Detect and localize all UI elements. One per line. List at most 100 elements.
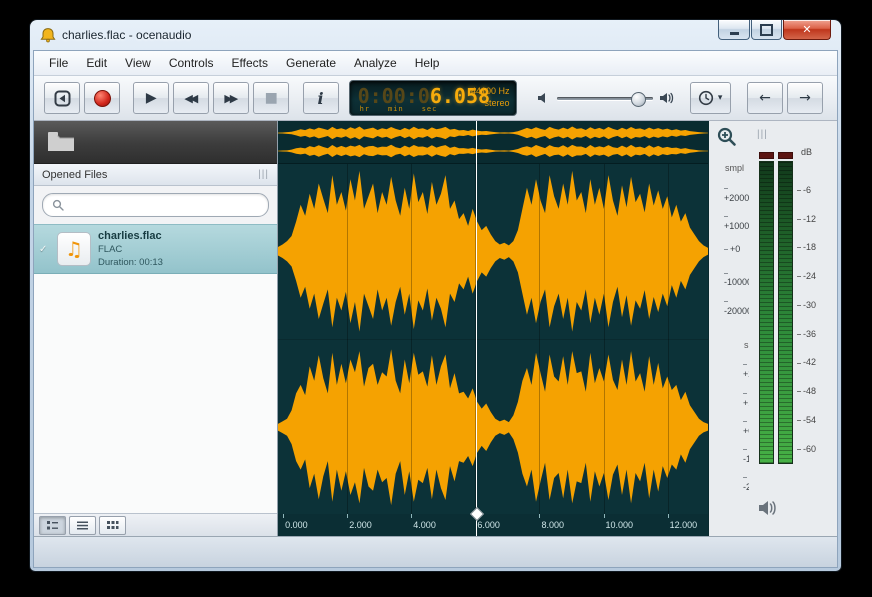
volume-slider[interactable] — [557, 92, 653, 105]
db-scale: -6-12-18-24-30-36-42-48-54-60 — [797, 161, 837, 464]
meter-bar-left — [759, 161, 774, 464]
db-tick-label: -42 — [797, 357, 816, 367]
fast-forward-button[interactable]: ▶▶ — [213, 82, 249, 114]
level-meters: ||| dB -6-12-18-24-30-36-42-48-54-60 — [749, 121, 837, 536]
samplerate-label: 44100 Hz — [471, 85, 510, 97]
view-list-button[interactable] — [69, 516, 96, 535]
sidebar: Opened Files ||| ✓♫charlies.flacFLACDura… — [34, 121, 278, 536]
panel-title-bar[interactable]: Opened Files ||| — [34, 164, 277, 186]
stop-icon: ■ — [265, 90, 278, 106]
history-back-button[interactable]: ← — [747, 82, 783, 114]
db-unit-label: dB — [801, 147, 812, 157]
monitor-speaker-button[interactable] — [757, 499, 779, 522]
playback-cursor[interactable] — [476, 121, 477, 536]
waveform-area[interactable]: 0.0002.0004.0006.0008.00010.00012.000 — [278, 121, 708, 536]
waveform-right — [278, 340, 708, 515]
panel-grip-icon[interactable]: ||| — [258, 169, 269, 180]
info-button[interactable]: i — [303, 82, 339, 114]
menu-item-help[interactable]: Help — [406, 53, 449, 73]
timeline-tick-label: 10.000 — [606, 520, 634, 530]
window-title: charlies.flac - ocenaudio — [62, 28, 191, 42]
menu-item-file[interactable]: File — [40, 53, 77, 73]
close-button[interactable]: ✕ — [783, 20, 831, 40]
search-box[interactable] — [42, 193, 269, 217]
search-area — [34, 186, 277, 224]
history-forward-button[interactable]: → — [787, 82, 823, 114]
menu-bar: FileEditViewControlsEffectsGenerateAnaly… — [34, 51, 837, 76]
zoom-in-icon — [716, 126, 738, 148]
volume-low-icon — [537, 91, 551, 105]
timeline-tick-label: 2.000 — [349, 520, 372, 530]
meter-grip-icon[interactable]: ||| — [757, 129, 768, 140]
scale-tick-label: -10000 — [724, 267, 752, 287]
panel-title: Opened Files — [42, 169, 107, 181]
opened-files-list: ✓♫charlies.flacFLACDuration: 00:13 — [34, 224, 277, 513]
sidebar-header — [34, 121, 277, 164]
timeline-tick-label: 6.000 — [477, 520, 500, 530]
check-icon: ✓ — [39, 244, 50, 255]
search-input[interactable] — [70, 198, 259, 212]
menu-item-controls[interactable]: Controls — [160, 53, 223, 73]
timeline-tick-label: 8.000 — [541, 520, 564, 530]
menu-item-view[interactable]: View — [116, 53, 160, 73]
maximize-button[interactable] — [751, 20, 782, 40]
stop-button[interactable]: ■ — [253, 82, 289, 114]
menu-item-edit[interactable]: Edit — [77, 53, 116, 73]
db-tick-label: -18 — [797, 242, 816, 252]
timeline-tickmark — [668, 514, 669, 518]
speaker-icon — [757, 499, 779, 517]
unit-sec: sec — [422, 105, 438, 113]
channel-left[interactable] — [278, 164, 708, 339]
file-item[interactable]: ✓♫charlies.flacFLACDuration: 00:13 — [34, 224, 277, 274]
play-button[interactable]: ▶ — [133, 82, 169, 114]
amplitude-scale-gutter: smpl+20000+10000+0-10000-20000 smpl+2000… — [708, 121, 749, 536]
scale-tick-label: +0 — [724, 244, 740, 254]
minimize-button[interactable] — [718, 20, 750, 40]
view-grid-icon — [106, 520, 119, 531]
zoom-button[interactable] — [716, 126, 738, 150]
scale-left-channel: smpl+20000+10000+0-10000-20000 — [719, 161, 749, 338]
view-details-button[interactable] — [39, 516, 66, 535]
waveform-overview[interactable] — [278, 121, 708, 164]
volume-control — [537, 91, 675, 105]
clip-indicator-right — [778, 152, 793, 159]
titlebar[interactable]: charlies.flac - ocenaudio ✕ — [30, 20, 841, 50]
app-logo-icon — [40, 27, 56, 43]
sidebar-view-switcher — [34, 513, 277, 536]
view-details-icon — [46, 520, 59, 531]
timeline-tickmark — [604, 514, 605, 518]
record-button[interactable] — [84, 82, 120, 114]
menu-item-effects[interactable]: Effects — [223, 53, 277, 73]
search-icon — [52, 199, 64, 211]
folder-icon — [46, 130, 76, 154]
go-to-start-button[interactable] — [44, 82, 80, 114]
app-frame: FileEditViewControlsEffectsGenerateAnaly… — [33, 50, 838, 568]
menu-item-analyze[interactable]: Analyze — [345, 53, 406, 73]
timeline-tickmark — [411, 514, 412, 518]
timeline-ruler[interactable]: 0.0002.0004.0006.0008.00010.00012.000 — [278, 514, 708, 536]
timeline-tickmark — [347, 514, 348, 518]
chevron-down-icon: ▾ — [718, 93, 723, 103]
channel-right[interactable] — [278, 339, 708, 515]
main-content: Opened Files ||| ✓♫charlies.flacFLACDura… — [34, 121, 837, 536]
overview-right-channel — [278, 144, 708, 158]
play-icon: ▶ — [146, 90, 157, 106]
view-grid-button[interactable] — [99, 516, 126, 535]
db-tick-label: -30 — [797, 300, 816, 310]
time-display: 0:00:06.058 hr min sec 44100 Hz stereo — [349, 80, 517, 116]
volume-thumb[interactable] — [631, 92, 646, 107]
db-tick-label: -6 — [797, 185, 811, 195]
record-icon — [94, 90, 111, 107]
menu-item-generate[interactable]: Generate — [277, 53, 345, 73]
timeline-tick-label: 12.000 — [670, 520, 698, 530]
waveform-channels[interactable] — [278, 164, 708, 514]
arrow-right-icon: → — [799, 90, 811, 106]
rewind-button[interactable]: ◀◀ — [173, 82, 209, 114]
timeline-tick-label: 0.000 — [285, 520, 308, 530]
file-duration: Duration: 00:13 — [98, 256, 163, 269]
file-format: FLAC — [98, 243, 163, 256]
meter-bar-right — [778, 161, 793, 464]
waveform-left — [278, 164, 708, 339]
time-format-button[interactable]: ▾ — [690, 82, 731, 114]
arrow-left-icon: ← — [759, 90, 771, 106]
